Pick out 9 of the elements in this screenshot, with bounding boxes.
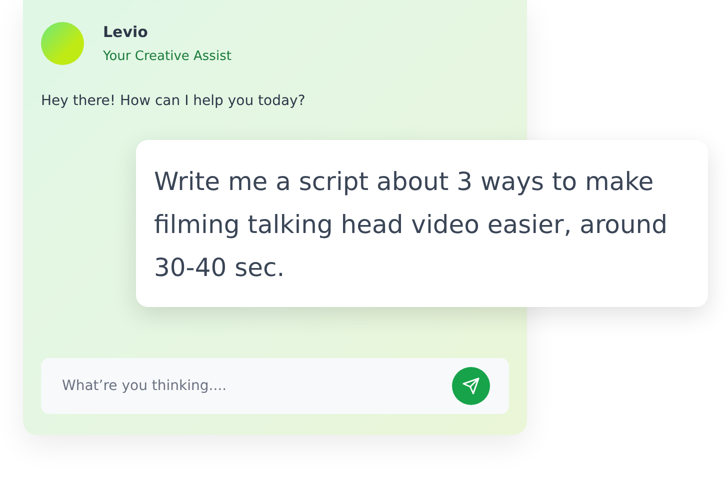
message-composer[interactable]: What’re you thinking....	[41, 358, 509, 414]
assistant-message: Hey there! How can I help you today?	[41, 93, 306, 109]
user-message: Write me a script about 3 ways to make filming talking head video easier, around 30-40 sec.	[154, 166, 669, 284]
send-icon	[462, 377, 480, 395]
assistant-subtitle: Your Creative Assist	[103, 49, 232, 64]
assistant-name: Levio	[103, 23, 149, 41]
send-button[interactable]	[452, 367, 490, 405]
avatar	[41, 22, 84, 65]
message-input-field[interactable]: What’re you thinking....	[60, 377, 442, 395]
